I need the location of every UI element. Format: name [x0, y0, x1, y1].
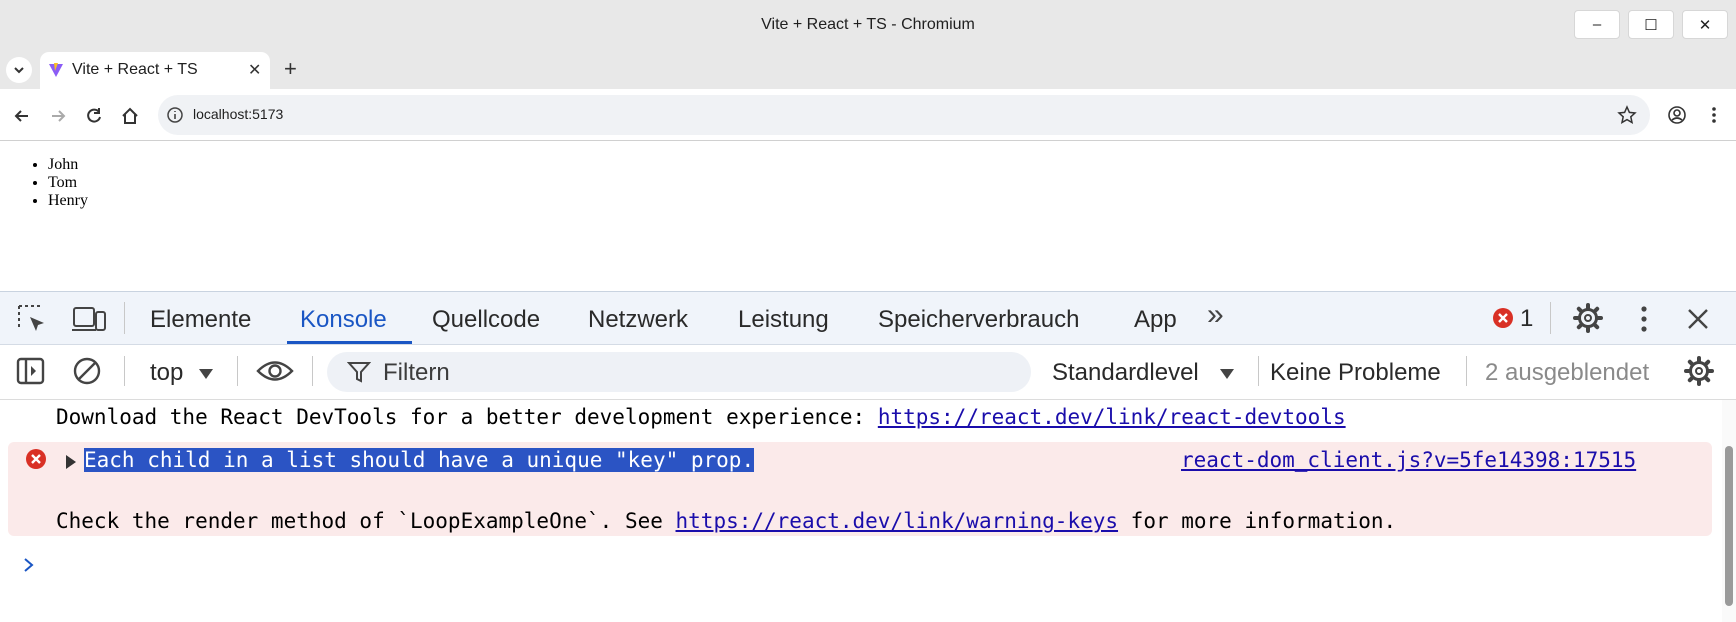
live-expression-eye-icon[interactable] [256, 358, 294, 384]
filter-placeholder: Filtern [383, 359, 450, 386]
active-tab-indicator [287, 341, 412, 344]
forward-arrow-icon[interactable] [48, 106, 68, 126]
tab-sources[interactable]: Quellcode [432, 306, 540, 334]
hidden-count: 2 ausgeblendet [1485, 359, 1650, 386]
tab-application[interactable]: App [1134, 306, 1177, 334]
tab-search-button[interactable] [6, 57, 32, 83]
divider [1258, 356, 1259, 386]
warning-keys-link[interactable]: https://react.dev/link/warning-keys [676, 509, 1119, 533]
vite-logo-icon [49, 63, 63, 77]
tab-console[interactable]: Konsole [300, 306, 387, 334]
error-detail-text: Check the render method of `LoopExampleO… [56, 509, 676, 533]
window-close-button[interactable]: ✕ [1682, 10, 1728, 39]
url-text[interactable]: localhost:5173 [193, 106, 283, 122]
new-tab-button[interactable]: + [284, 56, 297, 82]
info-message-text: Download the React DevTools for a better… [56, 405, 878, 429]
dropdown-arrow-icon[interactable] [1219, 368, 1235, 380]
sidebar-toggle-icon[interactable] [16, 356, 46, 386]
tab-title: Vite + React + TS [72, 61, 198, 78]
tab-memory[interactable]: Speicherverbrauch [878, 306, 1079, 334]
console-prompt-chevron-icon[interactable] [22, 556, 36, 574]
device-toolbar-icon[interactable] [72, 304, 106, 334]
bookmark-star-icon[interactable] [1617, 105, 1637, 125]
dropdown-arrow-icon[interactable] [198, 368, 214, 380]
divider [237, 356, 238, 386]
log-level-selector[interactable]: Standardlevel [1052, 359, 1199, 387]
kebab-menu-icon[interactable] [1704, 105, 1724, 125]
list-item: John [48, 156, 88, 174]
devtools-tab-bar [0, 291, 1736, 345]
window-title: Vite + React + TS - Chromium [761, 16, 975, 33]
reload-icon[interactable] [84, 106, 104, 126]
tab-close-button[interactable]: ✕ [248, 60, 261, 80]
back-arrow-icon[interactable] [12, 106, 32, 126]
divider [312, 356, 313, 386]
tab-network[interactable]: Netzwerk [588, 306, 688, 334]
error-source-link[interactable]: react-dom_client.js?v=5fe14398:17515 [1181, 448, 1636, 472]
context-selector[interactable]: top [150, 359, 183, 387]
settings-gear-icon[interactable] [1573, 303, 1603, 333]
list-item: Henry [48, 192, 88, 210]
divider [124, 302, 125, 334]
address-bar[interactable] [158, 95, 1650, 135]
clear-console-icon[interactable] [72, 356, 102, 386]
error-icon [26, 449, 46, 469]
divider [124, 356, 125, 386]
maximize-button[interactable]: ☐ [1628, 10, 1674, 39]
minimize-button[interactable]: – [1574, 10, 1620, 39]
close-devtools-icon[interactable] [1686, 307, 1710, 331]
divider [1550, 302, 1551, 334]
error-detail: Check the render method of `LoopExampleO… [56, 509, 1396, 533]
inspect-element-icon[interactable] [16, 303, 48, 335]
error-icon [1493, 308, 1513, 328]
profile-icon[interactable] [1667, 105, 1687, 125]
react-devtools-link[interactable]: https://react.dev/link/react-devtools [878, 405, 1346, 429]
error-title-row: Each child in a list should have a uniqu… [84, 448, 755, 472]
tab-elements[interactable]: Elemente [150, 306, 251, 334]
error-detail-suffix: for more information. [1118, 509, 1397, 533]
devtools-menu-icon[interactable] [1636, 305, 1652, 333]
list-item: Tom [48, 174, 88, 192]
divider [1466, 356, 1467, 386]
console-settings-gear-icon[interactable] [1684, 356, 1714, 386]
tab-performance[interactable]: Leistung [738, 306, 829, 334]
more-tabs-button[interactable]: » [1207, 298, 1224, 332]
error-count[interactable]: 1 [1520, 305, 1533, 333]
expand-triangle-icon[interactable] [65, 454, 77, 470]
console-message-info: Download the React DevTools for a better… [56, 405, 1346, 429]
site-info-icon[interactable] [166, 106, 184, 124]
error-title[interactable]: Each child in a list should have a uniqu… [84, 448, 755, 472]
home-icon[interactable] [120, 106, 140, 126]
issues-status[interactable]: Keine Probleme [1270, 359, 1441, 387]
chevron-down-icon [14, 67, 24, 74]
console-scrollbar-thumb[interactable] [1725, 446, 1733, 606]
names-list: John Tom Henry [28, 156, 88, 210]
filter-funnel-icon [347, 362, 371, 383]
